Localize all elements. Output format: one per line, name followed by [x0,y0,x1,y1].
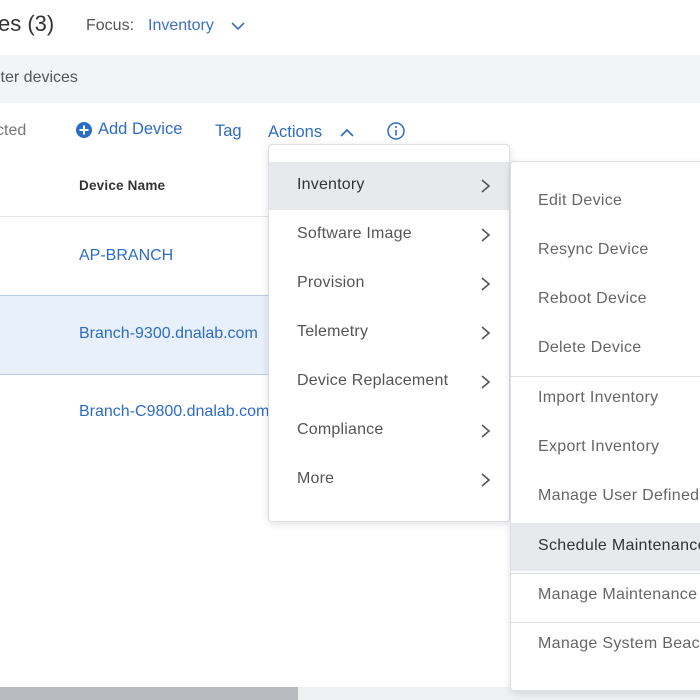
menu-item-label: Provision [297,274,365,291]
filter-devices-input[interactable]: lter devices [0,69,78,87]
menu-item-inventory[interactable]: Inventory [269,162,509,210]
info-icon[interactable] [386,121,406,141]
submenu-item-export-inventory[interactable]: Export Inventory [511,424,700,472]
submenu-item-label: Delete Device [538,339,642,356]
submenu-item-manage-system-beacon[interactable]: Manage System Beacon [511,621,700,669]
chevron-up-icon[interactable] [338,124,356,142]
actions-menu: Inventory Software Image Provision Telem… [268,144,510,522]
menu-item-software-image[interactable]: Software Image [269,211,509,259]
submenu-item-reboot-device[interactable]: Reboot Device [511,276,700,324]
selected-count-label: cted [0,122,27,139]
chevron-right-icon [481,326,491,340]
column-header-device-name[interactable]: Device Name [79,178,165,193]
submenu-item-label: Resync Device [538,241,649,258]
inventory-submenu: Edit Device Resync Device Reboot Device … [510,161,700,691]
chevron-right-icon [481,473,491,487]
submenu-item-label: Export Inventory [538,438,660,455]
submenu-item-label: Import Inventory [538,389,659,406]
filter-bar[interactable] [0,55,700,103]
focus-label: Focus: [86,17,135,34]
add-device-button[interactable]: Add Device [98,120,182,139]
submenu-item-delete-device[interactable]: Delete Device [511,325,700,373]
plus-circle-icon[interactable] [75,121,93,139]
device-name-link[interactable]: Branch-9300.dnalab.com [79,325,258,343]
submenu-item-resync-device[interactable]: Resync Device [511,227,700,275]
menu-item-label: More [297,470,335,487]
submenu-item-schedule-maintenance[interactable]: Schedule Maintenance [511,523,700,571]
chevron-right-icon [481,375,491,389]
actions-button[interactable]: Actions [268,123,322,142]
tag-button[interactable]: Tag [215,122,242,141]
menu-item-provision[interactable]: Provision [269,260,509,308]
chevron-right-icon [481,424,491,438]
menu-item-label: Software Image [297,225,412,242]
page-title: es (3) [0,11,55,36]
menu-item-label: Compliance [297,421,384,438]
submenu-item-label: Edit Device [538,192,623,209]
focus-dropdown[interactable]: Inventory [148,17,214,35]
chevron-right-icon [481,277,491,291]
chevron-right-icon [481,228,491,242]
submenu-item-label: Manage Maintenance [538,586,698,603]
device-name-link[interactable]: Branch-C9800.dnalab.com [79,403,269,421]
menu-item-label: Inventory [297,176,365,193]
chevron-down-icon[interactable] [229,17,247,35]
menu-item-device-replacement[interactable]: Device Replacement [269,358,509,406]
submenu-item-label: Reboot Device [538,290,647,307]
submenu-item-manage-maintenance[interactable]: Manage Maintenance [511,572,700,620]
submenu-item-label: Manage System Beacon [538,635,700,652]
device-name-link[interactable]: AP-BRANCH [79,247,173,265]
submenu-item-label: Schedule Maintenance [538,537,700,554]
submenu-item-import-inventory[interactable]: Import Inventory [511,375,700,423]
menu-item-label: Telemetry [297,323,369,340]
menu-item-compliance[interactable]: Compliance [269,407,509,455]
menu-item-label: Device Replacement [297,372,449,389]
submenu-item-label: Manage User Defined Fields [538,487,700,504]
submenu-item-edit-device[interactable]: Edit Device [511,178,700,226]
menu-item-telemetry[interactable]: Telemetry [269,309,509,357]
scrollbar-thumb[interactable] [0,687,298,700]
menu-item-more[interactable]: More [269,456,509,504]
chevron-right-icon [481,179,491,193]
submenu-item-manage-user-defined-fields[interactable]: Manage User Defined Fields [511,473,700,521]
